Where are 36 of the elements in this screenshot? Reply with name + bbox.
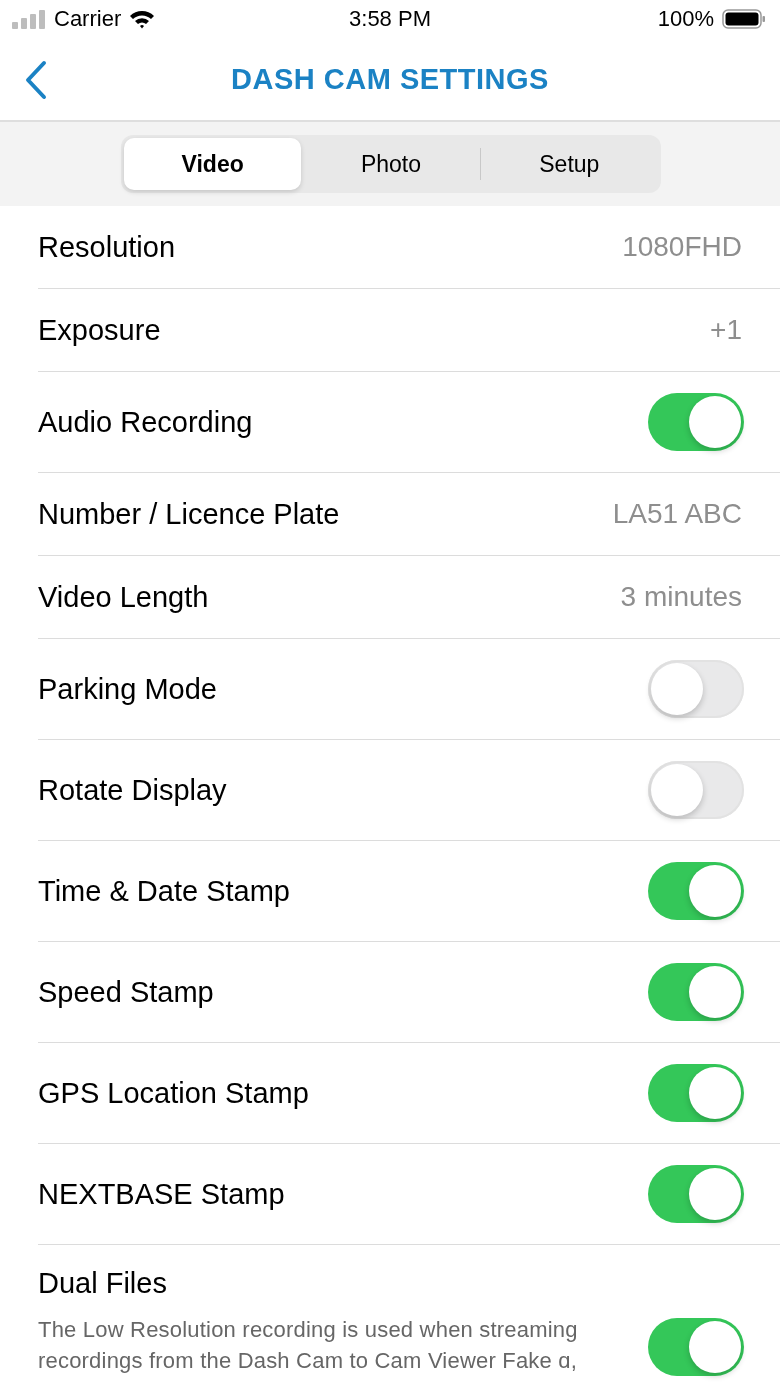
toggle-switch[interactable] bbox=[648, 660, 744, 718]
clock: 3:58 PM bbox=[348, 6, 432, 32]
battery-icon bbox=[722, 9, 766, 29]
toggle-switch[interactable] bbox=[648, 1064, 744, 1122]
tab[interactable]: Video bbox=[124, 138, 302, 190]
setting-label: GPS Location Stamp bbox=[38, 1076, 309, 1110]
toggle-switch[interactable] bbox=[648, 862, 744, 920]
toggle-switch[interactable] bbox=[648, 761, 744, 819]
setting-value[interactable]: LA51 ABC bbox=[612, 498, 744, 530]
setting-label: Rotate Display bbox=[38, 773, 227, 807]
setting-label: Dual Files bbox=[38, 1267, 168, 1300]
toggle-switch[interactable] bbox=[648, 393, 744, 451]
setting-label: NEXTBASE Stamp bbox=[38, 1177, 285, 1211]
setting-description: The Low Resolution recording is used when streaming recordings from the Dash Cam to Cam Viewer Fake ɑ, bbox=[38, 1316, 579, 1375]
battery-percent: 100% bbox=[657, 6, 714, 32]
setting-value[interactable]: 3 minutes bbox=[620, 581, 744, 613]
setting-label: Time & Date Stamp bbox=[38, 874, 290, 908]
setting-label: Speed Stamp bbox=[38, 975, 214, 1009]
page-title: DASH CAM SETTINGS bbox=[231, 62, 549, 96]
toggle-switch[interactable] bbox=[648, 1165, 744, 1223]
tab[interactable]: Setup bbox=[480, 138, 658, 190]
signal-icon bbox=[12, 9, 46, 29]
setting-value[interactable]: 1080FHD bbox=[622, 231, 744, 263]
setting-label: Parking Mode bbox=[38, 672, 217, 706]
toggle-switch[interactable] bbox=[648, 963, 744, 1021]
toggle-switch[interactable] bbox=[648, 1318, 744, 1376]
setting-label: Video Length bbox=[38, 580, 209, 614]
setting-value[interactable]: +1 bbox=[710, 314, 744, 346]
setting-label: Audio Recording bbox=[38, 405, 253, 439]
wifi-icon bbox=[129, 9, 156, 29]
setting-label: Resolution bbox=[38, 230, 176, 264]
back-icon[interactable] bbox=[24, 60, 48, 100]
setting-label: Number / Licence Plate bbox=[38, 497, 340, 531]
setting-label: Exposure bbox=[38, 313, 161, 347]
tab[interactable]: Photo bbox=[302, 138, 480, 190]
carrier-name: Carrier bbox=[54, 6, 122, 32]
